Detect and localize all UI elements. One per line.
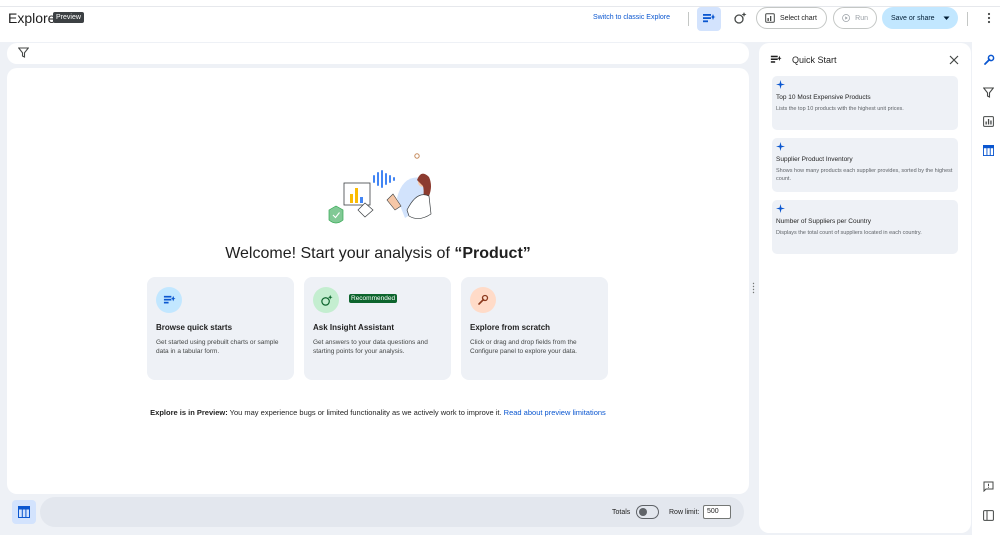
rail-filter-button[interactable] bbox=[982, 86, 995, 99]
quick-start-item[interactable]: Number of Suppliers per Country Displays… bbox=[772, 200, 958, 254]
rail-table-button[interactable] bbox=[982, 144, 995, 157]
chevron-down-icon bbox=[943, 16, 950, 20]
sparkle-icon bbox=[776, 80, 785, 89]
welcome-prefix: Welcome! Start your analysis of bbox=[225, 245, 455, 262]
card-description: Get answers to your data questions and s… bbox=[313, 339, 428, 355]
card-ask-insight-assistant[interactable]: Recommended Ask Insight Assistant Get an… bbox=[304, 277, 451, 380]
sparkle-icon bbox=[776, 142, 785, 151]
save-or-share-button[interactable]: Save or share bbox=[882, 7, 958, 29]
welcome-illustration bbox=[328, 153, 432, 224]
preview-notice-bold: Explore is in Preview: bbox=[150, 408, 228, 417]
quick-start-item[interactable]: Top 10 Most Expensive Products Lists the… bbox=[772, 76, 958, 130]
card-icon-circle bbox=[313, 287, 339, 313]
quick-start-icon bbox=[703, 14, 716, 23]
row-limit-label: Row limit: bbox=[669, 509, 700, 516]
toolbar-separator bbox=[967, 12, 968, 26]
panel-toggle-icon bbox=[983, 510, 994, 521]
quick-start-item-title: Supplier Product Inventory bbox=[776, 156, 853, 163]
quick-start-item[interactable]: Supplier Product Inventory Shows how man… bbox=[772, 138, 958, 192]
quick-start-title: Quick Start bbox=[792, 55, 837, 65]
chart-add-icon bbox=[765, 13, 775, 23]
quick-start-item-title: Number of Suppliers per Country bbox=[776, 218, 872, 225]
more-vert-icon bbox=[987, 12, 991, 24]
save-or-share-label: Save or share bbox=[891, 14, 935, 22]
table-icon bbox=[983, 145, 994, 156]
card-title: Explore from scratch bbox=[470, 323, 551, 332]
card-icon-circle bbox=[156, 287, 182, 313]
card-explore-from-scratch[interactable]: Explore from scratch Click or drag and d… bbox=[461, 277, 608, 380]
panel-resize-handle[interactable] bbox=[752, 282, 755, 294]
card-description: Get started using prebuilt charts or sam… bbox=[156, 339, 279, 355]
welcome-heading: Welcome! Start your analysis of “Product… bbox=[7, 245, 749, 263]
preview-notice-text: You may experience bugs or limited funct… bbox=[227, 408, 504, 417]
card-title: Ask Insight Assistant bbox=[313, 323, 395, 332]
filter-icon bbox=[983, 87, 994, 98]
totals-label: Totals bbox=[612, 509, 631, 516]
run-label: Run bbox=[855, 14, 868, 22]
quick-start-item-desc: Shows how many products each supplier pr… bbox=[776, 168, 953, 182]
card-description: Click or drag and drop fields from the C… bbox=[470, 339, 577, 355]
wrench-icon bbox=[478, 294, 489, 305]
preview-notice: Explore is in Preview: You may experienc… bbox=[7, 408, 749, 417]
rail-chart-button[interactable] bbox=[982, 115, 995, 128]
rail-panel-toggle-button[interactable] bbox=[982, 509, 995, 522]
quick-start-icon bbox=[163, 295, 176, 303]
table-view-button[interactable] bbox=[12, 500, 36, 524]
filter-icon[interactable] bbox=[18, 47, 29, 58]
quick-start-item-desc: Displays the total count of suppliers lo… bbox=[776, 230, 922, 236]
card-icon-circle bbox=[470, 287, 496, 313]
sparkle-icon bbox=[776, 204, 785, 213]
toolbar-separator bbox=[688, 12, 689, 26]
welcome-subject: “Product” bbox=[454, 245, 531, 262]
insight-assistant-button[interactable] bbox=[730, 8, 750, 28]
page-title: Explore bbox=[8, 10, 56, 26]
feedback-icon bbox=[983, 481, 994, 492]
card-browse-quick-starts[interactable]: Browse quick starts Get started using pr… bbox=[147, 277, 294, 380]
play-icon bbox=[842, 14, 850, 22]
chart-icon bbox=[983, 116, 994, 127]
preview-badge: Preview bbox=[53, 12, 84, 23]
totals-toggle[interactable] bbox=[636, 505, 659, 519]
rail-configure-button[interactable] bbox=[982, 53, 995, 66]
table-icon bbox=[18, 506, 30, 518]
card-title: Browse quick starts bbox=[156, 323, 233, 332]
recommended-badge: Recommended bbox=[349, 294, 398, 303]
rail-feedback-button[interactable] bbox=[982, 480, 995, 493]
quick-start-item-desc: Lists the top 10 products with the highe… bbox=[776, 106, 904, 112]
quick-start-item-title: Top 10 Most Expensive Products bbox=[776, 94, 871, 101]
wrench-icon bbox=[983, 54, 994, 65]
close-icon[interactable] bbox=[949, 55, 959, 65]
select-chart-label: Select chart bbox=[780, 14, 817, 22]
quick-start-icon bbox=[770, 55, 782, 63]
more-options-button[interactable] bbox=[982, 10, 996, 26]
row-limit-input[interactable]: 500 bbox=[703, 505, 731, 519]
switch-classic-link[interactable]: Switch to classic Explore bbox=[593, 14, 670, 21]
insight-sparkle-icon bbox=[320, 294, 333, 306]
filter-bar[interactable] bbox=[7, 43, 749, 64]
preview-limitations-link[interactable]: Read about preview limitations bbox=[504, 408, 606, 417]
quick-start-toggle-button[interactable] bbox=[697, 7, 721, 31]
insight-sparkle-icon bbox=[734, 12, 747, 24]
run-button[interactable]: Run bbox=[833, 7, 877, 29]
select-chart-button[interactable]: Select chart bbox=[756, 7, 827, 29]
toggle-knob bbox=[639, 507, 647, 516]
